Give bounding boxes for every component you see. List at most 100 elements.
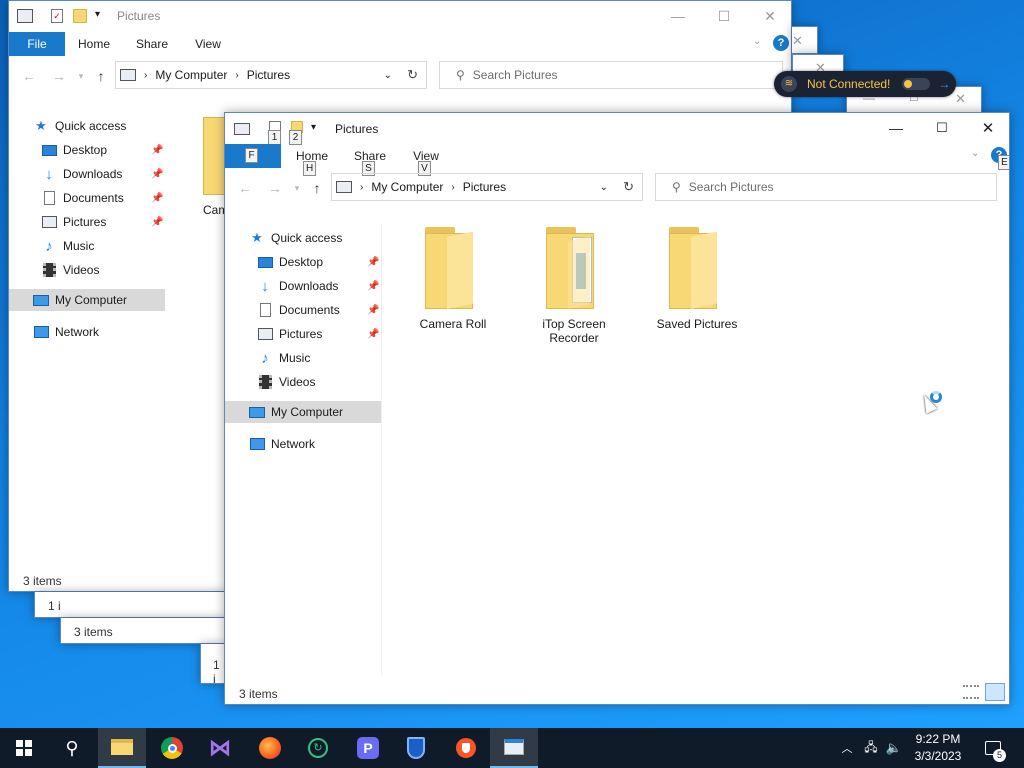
vpn-status-popup[interactable]: ≋ Not Connected! → [774, 71, 956, 97]
up-arrow-icon[interactable]: ↑ [305, 176, 329, 200]
pin-icon[interactable]: 📌 [367, 329, 379, 340]
qat-dropdown-icon[interactable]: ▾ [95, 9, 100, 20]
pin-icon[interactable]: 📌 [151, 145, 163, 156]
nav-downloads[interactable]: ↓ Downloads [257, 275, 338, 297]
pin-icon[interactable]: 📌 [367, 305, 379, 316]
large-icons-view-icon[interactable] [985, 683, 1005, 701]
pin-icon[interactable]: 📌 [367, 257, 379, 268]
tab-file[interactable]: File [9, 32, 65, 56]
nav-pictures[interactable]: Pictures [41, 211, 106, 233]
help-icon[interactable]: ? [773, 35, 789, 51]
nav-label: Pictures [63, 215, 107, 229]
tab-file[interactable]: F [225, 144, 281, 168]
explorer-window-stack-1[interactable]: ✕ [792, 26, 818, 54]
close-button[interactable]: ✕ [965, 113, 1009, 143]
firefox-icon[interactable] [246, 728, 294, 768]
nav-desktop[interactable]: Desktop [257, 251, 323, 273]
circle-app-icon[interactable]: ↻ [294, 728, 342, 768]
search-box[interactable]: ⚲ Search Pictures [655, 173, 997, 201]
p-app-icon[interactable]: P [344, 728, 392, 768]
folder-item[interactable]: Camera Roll [398, 227, 508, 331]
volume-icon[interactable]: 🔈 [884, 728, 904, 768]
refresh-icon[interactable]: ↻ [407, 67, 418, 83]
nav-videos[interactable]: Videos [257, 371, 315, 393]
nav-downloads[interactable]: ↓ Downloads [41, 163, 122, 185]
pin-icon[interactable]: 📌 [151, 193, 163, 204]
explorer-window-stack-4[interactable]: 1 i [34, 592, 226, 618]
breadcrumb-my-computer[interactable]: My Computer [155, 68, 227, 82]
vpn-shield-icon: ≋ [781, 76, 797, 92]
action-center-icon[interactable]: 5 [980, 728, 1006, 768]
chrome-icon[interactable] [148, 728, 196, 768]
nav-documents[interactable]: Documents [257, 299, 340, 321]
close-button[interactable]: ✕ [792, 33, 803, 49]
refresh-icon[interactable]: ↻ [623, 179, 634, 195]
nav-network[interactable]: Network [249, 433, 315, 455]
forward-arrow-icon[interactable]: → [263, 176, 287, 200]
breadcrumb-separator-icon: › [451, 181, 455, 193]
nav-my-computer[interactable]: My Computer [225, 401, 381, 423]
nav-quick-access[interactable]: ★ Quick access [249, 227, 342, 249]
ribbon-expand-icon[interactable]: ⌄ [971, 148, 979, 159]
minimize-button[interactable]: — [873, 113, 919, 143]
folder-item[interactable]: iTop Screen Recorder [519, 227, 629, 345]
back-arrow-icon[interactable]: ← [17, 64, 41, 88]
breadcrumb-pictures[interactable]: Pictures [247, 68, 290, 82]
tab-home[interactable]: Home [71, 32, 117, 56]
close-button[interactable]: ✕ [747, 1, 791, 31]
show-hidden-icons-icon[interactable]: ︿ [838, 728, 856, 768]
brave-icon[interactable] [442, 728, 490, 768]
address-dropdown-icon[interactable]: ⌄ [384, 70, 392, 81]
breadcrumb-my-computer[interactable]: My Computer [371, 180, 443, 194]
pin-icon[interactable]: 📌 [367, 281, 379, 292]
title-bar[interactable]: ▾ Pictures — ☐ ✕ [225, 113, 1009, 143]
back-arrow-icon[interactable]: ← [233, 176, 257, 200]
nav-documents[interactable]: Documents [41, 187, 124, 209]
pin-icon[interactable]: 📌 [151, 217, 163, 228]
shield-app-icon[interactable] [392, 728, 440, 768]
qat-new-folder-icon[interactable] [73, 9, 87, 23]
taskbar: ⚲ ⋈ ↻ P ︿ 🖧 🔈 9:22 PM 3/3/2023 5 [0, 728, 1024, 768]
close-button[interactable]: ✕ [955, 91, 966, 107]
network-status-icon[interactable]: 🖧 [860, 728, 882, 768]
nav-my-computer[interactable]: My Computer [9, 289, 165, 311]
nav-videos[interactable]: Videos [41, 259, 99, 281]
nav-desktop[interactable]: Desktop [41, 139, 107, 161]
folder-item[interactable]: Saved Pictures [642, 227, 752, 331]
ribbon-expand-icon[interactable]: ⌄ [753, 36, 761, 47]
file-explorer-icon[interactable] [98, 728, 146, 768]
nav-music[interactable]: ♪ Music [257, 347, 310, 369]
search-box[interactable]: ⚲ Search Pictures [439, 61, 783, 89]
explorer-window-stack-6[interactable]: 1 i [200, 644, 226, 684]
visual-studio-icon[interactable]: ⋈ [196, 728, 244, 768]
nav-network[interactable]: Network [33, 321, 99, 343]
address-bar[interactable]: › My Computer › Pictures ⌄ ↻ [331, 173, 643, 201]
minimize-button[interactable]: — [655, 1, 701, 31]
tab-share[interactable]: Share [129, 32, 175, 56]
nav-pictures[interactable]: Pictures [257, 323, 322, 345]
explorer-window-stack-5[interactable]: 3 items [60, 618, 226, 644]
nav-quick-access[interactable]: ★ Quick access [33, 115, 126, 137]
vpn-toggle[interactable] [902, 78, 931, 90]
window-app-icon[interactable] [490, 728, 538, 768]
qat-dropdown-icon[interactable]: ▾ [311, 122, 316, 133]
up-arrow-icon[interactable]: ↑ [89, 64, 113, 88]
explorer-window-front[interactable]: ▾ Pictures — ☐ ✕ 1 2 F Home Share View ⌄… [224, 112, 1010, 705]
maximize-button[interactable]: ☐ [701, 1, 747, 31]
search-icon[interactable]: ⚲ [48, 728, 96, 768]
address-bar[interactable]: › My Computer › Pictures ⌄ ↻ [115, 61, 427, 89]
system-clock[interactable]: 9:22 PM 3/3/2023 [906, 731, 970, 765]
nav-music[interactable]: ♪ Music [41, 235, 94, 257]
breadcrumb-pictures[interactable]: Pictures [463, 180, 506, 194]
vpn-arrow-icon[interactable]: → [938, 77, 950, 91]
forward-arrow-icon[interactable]: → [47, 64, 71, 88]
pane-divider[interactable] [381, 225, 382, 675]
address-dropdown-icon[interactable]: ⌄ [600, 182, 608, 193]
details-view-icon[interactable] [963, 685, 979, 699]
title-bar[interactable]: ✓ ▾ Pictures — ☐ ✕ [9, 1, 791, 31]
maximize-button[interactable]: ☐ [919, 113, 965, 143]
pin-icon[interactable]: 📌 [151, 169, 163, 180]
start-icon[interactable] [0, 728, 48, 768]
tab-view[interactable]: View [185, 32, 231, 56]
qat-properties-icon[interactable]: ✓ [51, 9, 63, 23]
